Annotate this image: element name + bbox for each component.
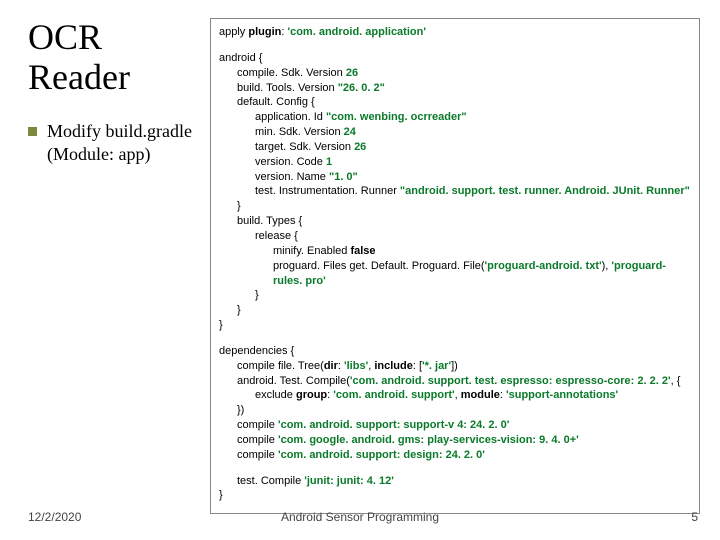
code-line: dependencies { <box>219 344 691 359</box>
code-line: compile 'com. android. support: design: … <box>219 448 691 463</box>
code-line: test. Instrumentation. Runner "android. … <box>219 184 691 199</box>
code-line: build. Tools. Version "26. 0. 2" <box>219 81 691 96</box>
code-line: proguard. Files get. Default. Proguard. … <box>219 259 691 289</box>
footer-title: Android Sensor Programming <box>0 510 720 524</box>
slide-title: OCR Reader <box>28 18 198 97</box>
code-line: test. Compile 'junit: junit: 4. 12' <box>219 474 691 489</box>
code-line: compile file. Tree(dir: 'libs', include:… <box>219 359 691 374</box>
bullet-text: Modify build.gradle (Module: app) <box>47 120 208 165</box>
page-number: 5 <box>691 510 698 524</box>
code-line: } <box>219 303 691 318</box>
bullet-item: Modify build.gradle (Module: app) <box>28 120 208 165</box>
code-line: build. Types { <box>219 214 691 229</box>
code-line: release { <box>219 229 691 244</box>
code-line: target. Sdk. Version 26 <box>219 140 691 155</box>
code-line: min. Sdk. Version 24 <box>219 125 691 140</box>
code-line: exclude group: 'com. android. support', … <box>219 388 691 403</box>
code-line: } <box>219 318 691 333</box>
code-line: android { <box>219 51 691 66</box>
code-line: compile 'com. android. support: support-… <box>219 418 691 433</box>
code-line: version. Code 1 <box>219 155 691 170</box>
code-line: minify. Enabled false <box>219 244 691 259</box>
code-line: }) <box>219 403 691 418</box>
code-line: } <box>219 199 691 214</box>
code-line: version. Name "1. 0" <box>219 170 691 185</box>
code-line: } <box>219 488 691 503</box>
code-line: android. Test. Compile('com. android. su… <box>219 374 691 389</box>
code-line: compile 'com. google. android. gms: play… <box>219 433 691 448</box>
code-line: apply plugin: 'com. android. application… <box>219 25 691 40</box>
code-line: default. Config { <box>219 95 691 110</box>
code-line: } <box>219 288 691 303</box>
code-line: application. Id "com. wenbing. ocrreader… <box>219 110 691 125</box>
slide: OCR Reader Modify build.gradle (Module: … <box>0 0 720 540</box>
code-box: apply plugin: 'com. android. application… <box>210 18 700 514</box>
code-line: compile. Sdk. Version 26 <box>219 66 691 81</box>
bullet-square-icon <box>28 127 37 136</box>
